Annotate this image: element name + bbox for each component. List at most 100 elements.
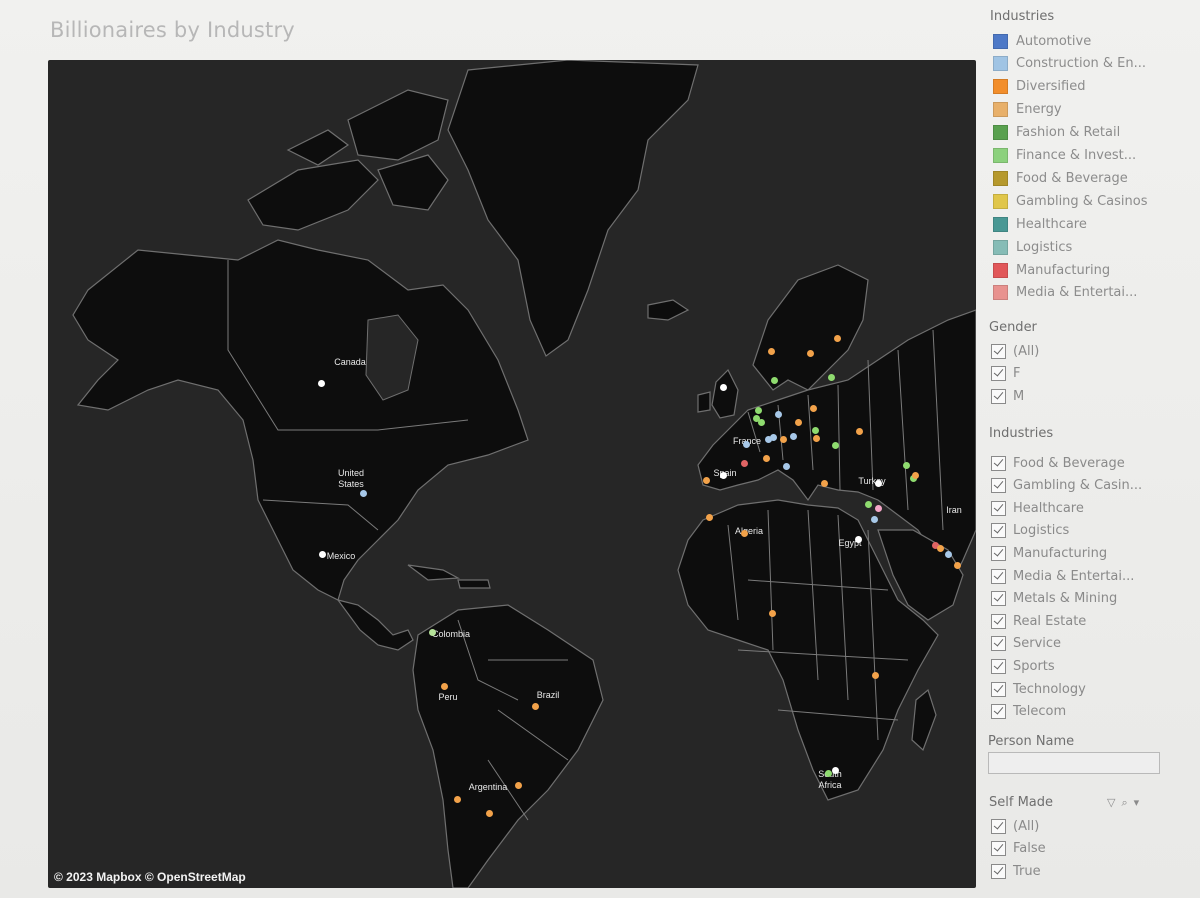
billionaire-point[interactable] — [827, 373, 835, 381]
world-map[interactable]: Canada United States Mexico Colombia Peru Braz… — [48, 60, 976, 888]
billionaire-point[interactable] — [485, 809, 493, 817]
billionaire-point[interactable] — [789, 432, 797, 440]
billionaire-point[interactable] — [820, 479, 828, 487]
billionaire-point[interactable] — [870, 515, 878, 523]
billionaire-point[interactable] — [754, 406, 762, 414]
billionaire-point[interactable] — [762, 454, 770, 462]
billionaire-point[interactable] — [453, 795, 461, 803]
industry-option[interactable]: Logistics — [991, 521, 1069, 541]
checkbox[interactable] — [991, 818, 1006, 834]
billionaire-point[interactable] — [359, 489, 367, 497]
billionaire-point[interactable] — [318, 550, 326, 558]
industry-option[interactable]: Healthcare — [991, 498, 1084, 518]
billionaire-point[interactable] — [831, 766, 839, 774]
checkbox[interactable] — [991, 841, 1006, 856]
billionaire-point[interactable] — [782, 462, 790, 470]
legend-item[interactable]: Food & Beverage — [993, 168, 1128, 188]
industry-option[interactable]: Technology — [991, 679, 1086, 699]
billionaire-point[interactable] — [719, 471, 727, 479]
checkbox[interactable] — [991, 658, 1006, 674]
legend-item[interactable]: Automotive — [993, 31, 1091, 51]
billionaire-point[interactable] — [812, 434, 820, 442]
legend-item[interactable]: Manufacturing — [993, 260, 1110, 280]
industry-option[interactable]: Gambling & Casin... — [991, 476, 1142, 496]
billionaire-point[interactable] — [740, 529, 748, 537]
industry-option[interactable]: Service — [991, 634, 1061, 654]
billionaire-point[interactable] — [742, 440, 750, 448]
billionaire-point[interactable] — [854, 535, 862, 543]
billionaire-point[interactable] — [770, 376, 778, 384]
billionaire-point[interactable] — [794, 418, 802, 426]
industry-option[interactable]: Food & Beverage — [991, 453, 1125, 473]
person-name-input[interactable] — [988, 752, 1160, 774]
checkbox[interactable] — [991, 545, 1006, 561]
self-made-option[interactable]: True — [991, 861, 1041, 881]
checkbox[interactable] — [991, 523, 1006, 539]
legend-item[interactable]: Gambling & Casinos — [993, 191, 1147, 211]
billionaire-point[interactable] — [428, 628, 436, 636]
map-attribution[interactable]: © 2023 Mapbox © OpenStreetMap — [54, 870, 246, 884]
gender-option[interactable]: M — [991, 386, 1024, 406]
billionaire-point[interactable] — [317, 379, 325, 387]
checkbox[interactable] — [991, 568, 1006, 584]
checkbox[interactable] — [991, 366, 1006, 381]
gender-option[interactable]: F — [991, 364, 1020, 384]
legend-item[interactable]: Logistics — [993, 237, 1072, 257]
billionaire-point[interactable] — [874, 479, 882, 487]
billionaire-point[interactable] — [779, 435, 787, 443]
billionaire-point[interactable] — [806, 349, 814, 357]
legend-item[interactable]: Construction & En... — [993, 54, 1146, 74]
billionaire-point[interactable] — [936, 544, 944, 552]
industry-option[interactable]: Manufacturing — [991, 543, 1107, 563]
billionaire-point[interactable] — [953, 561, 961, 569]
checkbox[interactable] — [991, 500, 1006, 516]
billionaire-point[interactable] — [757, 418, 765, 426]
industry-option[interactable]: Metals & Mining — [991, 589, 1117, 609]
legend-item[interactable]: Energy — [993, 100, 1062, 120]
checkbox[interactable] — [991, 613, 1006, 629]
billionaire-point[interactable] — [874, 504, 882, 512]
industry-option[interactable]: Real Estate — [991, 611, 1086, 631]
search-icon[interactable]: ⌕ — [1121, 796, 1127, 810]
dropdown-arrow-icon[interactable]: ▾ — [1134, 796, 1140, 810]
billionaire-point[interactable] — [740, 459, 748, 467]
billionaire-point[interactable] — [705, 513, 713, 521]
checkbox[interactable] — [991, 343, 1006, 359]
filter-funnel-icon[interactable]: ▽ — [1107, 796, 1115, 810]
checkbox[interactable] — [991, 478, 1006, 494]
billionaire-point[interactable] — [944, 550, 952, 558]
billionaire-point[interactable] — [767, 347, 775, 355]
legend-item[interactable]: Fashion & Retail — [993, 123, 1120, 143]
billionaire-point[interactable] — [719, 383, 727, 391]
industry-option[interactable]: Media & Entertai... — [991, 566, 1134, 586]
billionaire-point[interactable] — [514, 781, 522, 789]
billionaire-point[interactable] — [809, 404, 817, 412]
legend-item[interactable]: Healthcare — [993, 214, 1087, 234]
self-made-option[interactable]: False — [991, 839, 1046, 859]
checkbox[interactable] — [991, 455, 1006, 471]
industry-option[interactable]: Telecom — [991, 702, 1066, 722]
billionaire-point[interactable] — [768, 609, 776, 617]
billionaire-point[interactable] — [531, 702, 539, 710]
billionaire-point[interactable] — [774, 410, 782, 418]
billionaire-point[interactable] — [855, 427, 863, 435]
self-made-option[interactable]: (All) — [991, 816, 1039, 836]
legend-item[interactable]: Media & Entertai... — [993, 283, 1137, 303]
billionaire-point[interactable] — [702, 476, 710, 484]
billionaire-point[interactable] — [824, 769, 832, 777]
checkbox[interactable] — [991, 704, 1006, 720]
billionaire-point[interactable] — [833, 334, 841, 342]
checkbox[interactable] — [991, 636, 1006, 652]
billionaire-point[interactable] — [864, 500, 872, 508]
industry-option[interactable]: Sports — [991, 656, 1055, 676]
billionaire-point[interactable] — [911, 471, 919, 479]
billionaire-point[interactable] — [831, 441, 839, 449]
billionaire-point[interactable] — [871, 671, 879, 679]
billionaire-point[interactable] — [440, 682, 448, 690]
billionaire-point[interactable] — [811, 426, 819, 434]
billionaire-point[interactable] — [902, 461, 910, 469]
checkbox[interactable] — [991, 863, 1006, 879]
checkbox[interactable] — [991, 681, 1006, 697]
checkbox[interactable] — [991, 388, 1006, 404]
legend-item[interactable]: Finance & Invest... — [993, 146, 1136, 166]
